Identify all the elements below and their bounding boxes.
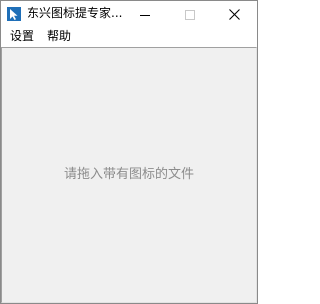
close-button[interactable] [212,1,257,27]
app-cursor-icon [6,6,22,22]
title-bar[interactable]: 东兴图标提专家... [1,1,257,27]
minimize-button[interactable] [122,1,167,27]
maximize-button[interactable] [167,1,212,27]
window-title: 东兴图标提专家... [27,6,123,20]
app-window: 东兴图标提专家... 设置 帮助 请拖入带有图标的文件 [0,0,258,304]
menu-help[interactable]: 帮助 [45,28,73,45]
menu-settings[interactable]: 设置 [8,28,36,45]
close-icon [229,5,240,24]
menu-bar: 设置 帮助 [1,27,257,47]
drop-hint-text: 请拖入带有图标的文件 [63,167,194,182]
maximize-icon [184,5,195,24]
file-drop-area[interactable]: 请拖入带有图标的文件 [1,47,257,303]
minimize-icon [139,5,150,24]
